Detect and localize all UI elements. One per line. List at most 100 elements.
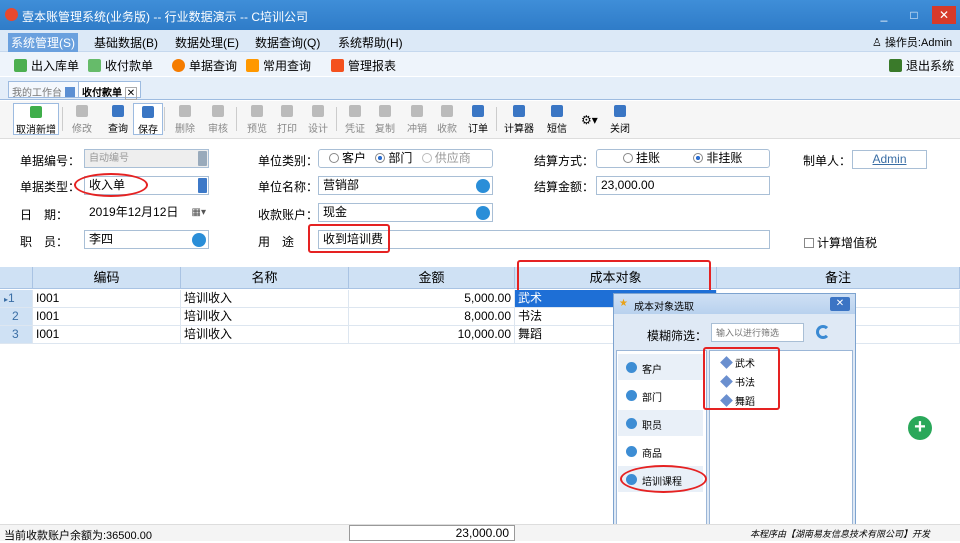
app-logo-icon bbox=[5, 8, 18, 21]
date-field[interactable]: 2019年12月12日 ▦▾ bbox=[84, 203, 209, 222]
save-button[interactable]: 保存 bbox=[133, 103, 163, 136]
cell-code[interactable]: I001 bbox=[33, 290, 181, 308]
unit-name-field[interactable]: 营销部 bbox=[318, 176, 493, 195]
col-header-code[interactable]: 编码 bbox=[33, 267, 181, 289]
edit-button[interactable]: 修改 bbox=[67, 103, 97, 135]
picker-close-icon[interactable]: ✕ bbox=[830, 297, 850, 311]
menu-data-process[interactable]: 数据处理(E) bbox=[175, 34, 239, 51]
menu-data-query[interactable]: 数据查询(Q) bbox=[255, 34, 320, 51]
delete-button[interactable]: 删除 bbox=[170, 103, 200, 135]
quick-common-query[interactable]: 常用查询 bbox=[246, 57, 311, 74]
col-header-name[interactable]: 名称 bbox=[181, 267, 349, 289]
doc-type-dropdown-icon[interactable] bbox=[198, 178, 207, 193]
query-button[interactable]: 查询 bbox=[103, 103, 133, 135]
category-product[interactable]: 商品 bbox=[618, 438, 703, 464]
calculator-icon bbox=[513, 105, 525, 117]
category-customer[interactable]: 客户 bbox=[618, 354, 703, 380]
doc-type-select[interactable]: 收入单 bbox=[84, 176, 209, 195]
copy-button[interactable]: 复制 bbox=[370, 103, 400, 135]
tree-node-label: 武术 bbox=[735, 359, 755, 370]
copy-label: 复制 bbox=[375, 124, 395, 135]
close-button[interactable]: 关闭 bbox=[605, 103, 635, 135]
tree-node-wushu[interactable]: 武术 bbox=[720, 355, 755, 370]
tree-node-dance[interactable]: 舞蹈 bbox=[720, 393, 755, 408]
close-button[interactable]: ✕ bbox=[932, 6, 956, 24]
radio-supplier-icon[interactable] bbox=[421, 153, 432, 163]
unit-name-refresh-icon[interactable] bbox=[476, 179, 490, 193]
cell-name[interactable]: 培训收入 bbox=[181, 308, 349, 326]
calendar-icon[interactable]: ▦▾ bbox=[192, 206, 206, 219]
quick-doc-query[interactable]: 单据查询 bbox=[172, 57, 237, 74]
row-number[interactable]: 3 bbox=[0, 326, 33, 344]
reverse-button[interactable]: 冲销 bbox=[402, 103, 432, 135]
unit-name-value: 营销部 bbox=[323, 178, 360, 192]
filter-refresh-icon[interactable] bbox=[816, 325, 830, 339]
toolbar-separator bbox=[236, 107, 237, 131]
radio-noncredit-icon[interactable] bbox=[693, 153, 704, 163]
cancel-new-button[interactable]: 取消新增 bbox=[13, 103, 59, 136]
tab-payment-label: 收付款单 bbox=[82, 88, 122, 99]
quick-payment-doc[interactable]: 收付款单 bbox=[88, 57, 153, 74]
order-button[interactable]: 订单 bbox=[463, 103, 493, 135]
row-number[interactable]: ▸1 bbox=[0, 290, 33, 308]
radio-customer-icon[interactable] bbox=[329, 153, 339, 163]
receive-button[interactable]: 收款 bbox=[432, 103, 462, 135]
stock-doc-icon bbox=[14, 59, 27, 72]
amount-field[interactable]: 23,000.00 bbox=[596, 176, 770, 195]
preview-button[interactable]: 预览 bbox=[242, 103, 272, 135]
col-header-amount[interactable]: 金额 bbox=[349, 267, 515, 289]
cancel-new-label: 取消新增 bbox=[16, 125, 56, 136]
cell-amount[interactable]: 8,000.00 bbox=[349, 308, 515, 326]
cell-amount[interactable]: 10,000.00 bbox=[349, 326, 515, 344]
staff-field[interactable]: 李四 bbox=[84, 230, 209, 249]
tree-node-calligraphy[interactable]: 书法 bbox=[720, 374, 755, 389]
filter-input[interactable] bbox=[711, 323, 804, 342]
cell-code[interactable]: I001 bbox=[33, 326, 181, 344]
row-number[interactable]: 2 bbox=[0, 308, 33, 326]
exit-system-button[interactable]: 退出系统 bbox=[889, 57, 954, 74]
tab-workbench[interactable]: 我的工作台 bbox=[8, 81, 79, 99]
radio-department-icon[interactable] bbox=[375, 153, 386, 163]
menu-basic-data[interactable]: 基础数据(B) bbox=[94, 34, 158, 51]
account-field[interactable]: 现金 bbox=[318, 203, 493, 222]
radio-department-label: 部门 bbox=[388, 151, 413, 165]
quick-report[interactable]: 管理报表 bbox=[331, 57, 396, 74]
quick-stock-doc[interactable]: 出入库单 bbox=[14, 57, 79, 74]
menu-system[interactable]: 系统管理(S) bbox=[8, 33, 78, 52]
title-bar: 壹本账管理系统(业务版) -- 行业数据演示 -- C培训公司 _ □ ✕ bbox=[0, 0, 960, 30]
calculator-button[interactable]: 计算器 bbox=[501, 103, 537, 135]
toolbar: 取消新增 修改 查询 保存 删除 审核 预览 打印 设计 凭证 复制 冲销 收款 订单 计算器 短信 关闭 ⚙▾ bbox=[0, 101, 960, 139]
print-button[interactable]: 打印 bbox=[272, 103, 302, 135]
unit-type-radio-group: 客户 部门 供应商 bbox=[318, 149, 493, 168]
menu-help[interactable]: 系统帮助(H) bbox=[338, 34, 403, 51]
voucher-button[interactable]: 凭证 bbox=[340, 103, 370, 135]
audit-button[interactable]: 审核 bbox=[203, 103, 233, 135]
category-icon bbox=[626, 474, 637, 485]
category-staff[interactable]: 职员 bbox=[618, 410, 703, 436]
category-department[interactable]: 部门 bbox=[618, 382, 703, 408]
category-icon bbox=[626, 362, 637, 373]
tree-node-label: 书法 bbox=[735, 378, 755, 389]
cell-name[interactable]: 培训收入 bbox=[181, 290, 349, 308]
add-row-icon[interactable]: + bbox=[908, 416, 932, 440]
design-button[interactable]: 设计 bbox=[303, 103, 333, 135]
cell-name[interactable]: 培训收入 bbox=[181, 326, 349, 344]
col-header-cost-object[interactable]: 成本对象 bbox=[515, 267, 717, 289]
minimize-button[interactable]: _ bbox=[872, 6, 896, 24]
cell-code[interactable]: I001 bbox=[33, 308, 181, 326]
col-header-remark[interactable]: 备注 bbox=[717, 267, 960, 289]
tab-close-icon[interactable]: ✕ bbox=[124, 87, 138, 100]
tab-payment-doc[interactable]: 收付款单 ✕ bbox=[78, 81, 142, 100]
staff-refresh-icon[interactable] bbox=[192, 233, 206, 247]
edit-label: 修改 bbox=[72, 124, 92, 135]
maximize-button[interactable]: □ bbox=[902, 6, 926, 24]
sms-button[interactable]: 短信 bbox=[542, 103, 572, 135]
purpose-field[interactable]: 收到培训费 bbox=[318, 230, 770, 249]
cell-amount[interactable]: 5,000.00 bbox=[349, 290, 515, 308]
vat-checkbox-icon[interactable] bbox=[804, 238, 814, 248]
category-training-course[interactable]: 培训课程 bbox=[618, 466, 703, 492]
radio-credit-icon[interactable] bbox=[623, 153, 633, 163]
account-refresh-icon[interactable] bbox=[476, 206, 490, 220]
vat-checkbox[interactable]: 计算增值税 bbox=[804, 234, 877, 251]
settings-gear-icon[interactable]: ⚙▾ bbox=[581, 113, 598, 127]
